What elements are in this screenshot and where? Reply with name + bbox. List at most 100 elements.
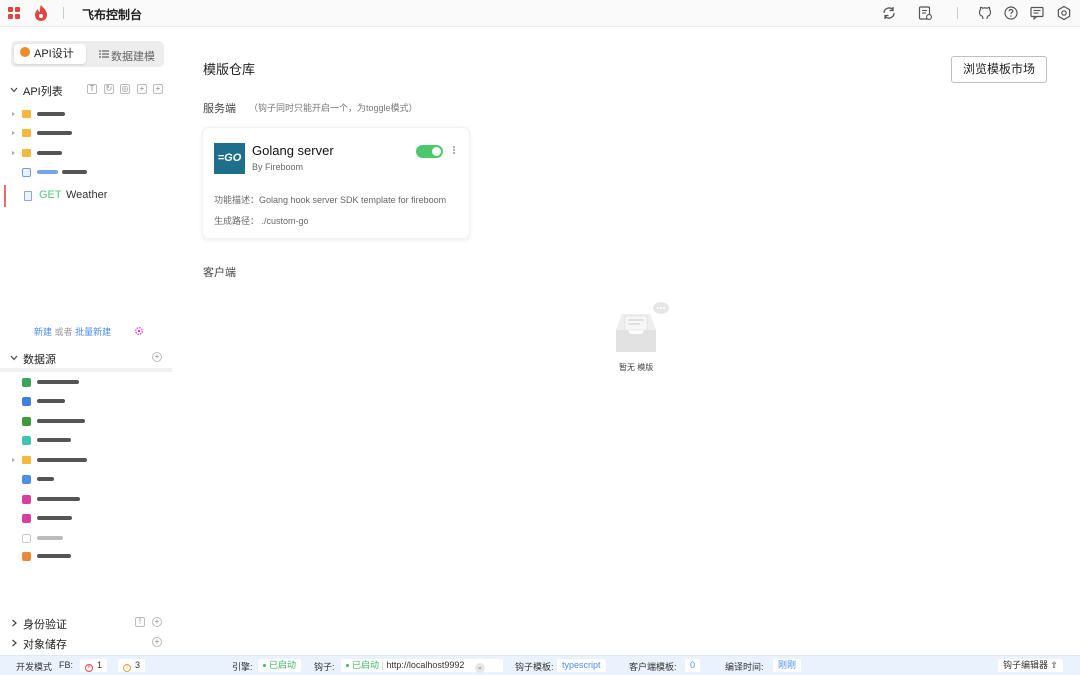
list-item[interactable] — [0, 454, 172, 468]
add-api-icon[interactable]: + — [153, 84, 163, 94]
storage-header[interactable]: 对象储存 + — [0, 635, 172, 653]
api-list-header[interactable]: API列表 T ↻ ◎ + + — [0, 82, 172, 100]
refresh-icon[interactable] — [881, 5, 897, 21]
datasource-icon — [22, 475, 31, 484]
redacted-label — [37, 497, 80, 501]
template-enable-toggle[interactable] — [416, 145, 443, 158]
list-item[interactable] — [0, 166, 172, 180]
caret-right-icon[interactable] — [12, 112, 15, 116]
chevron-down-icon[interactable] — [10, 354, 18, 362]
help-icon[interactable] — [1003, 5, 1019, 21]
client-template-label: 客户端模板: — [629, 662, 677, 672]
hook-status-group[interactable]: 已启动 | http://localhost9992 ⌄ — [341, 659, 503, 673]
settings-icon[interactable] — [1056, 5, 1072, 21]
compile-time-label: 编译时间: — [725, 662, 764, 672]
redacted-label — [37, 536, 63, 540]
error-count-badge[interactable]: × 1 — [80, 659, 108, 672]
datasource-icon — [22, 417, 31, 426]
list-item[interactable] — [0, 550, 172, 564]
list-item[interactable] — [0, 415, 172, 429]
list-item[interactable] — [0, 376, 172, 390]
folder-icon — [22, 129, 31, 137]
redacted-label — [62, 170, 87, 174]
add-datasource-icon[interactable]: + — [152, 352, 162, 362]
mode-label: 开发模式 — [16, 662, 53, 672]
warning-count-badge[interactable]: ! 3 — [118, 659, 146, 672]
apps-grid-icon[interactable] — [8, 7, 20, 19]
page-title: 模版仓库 — [203, 62, 256, 77]
hook-url: http://localhost9992 — [386, 660, 465, 670]
add-storage-icon[interactable]: + — [152, 637, 162, 647]
api-list-label: API列表 — [23, 86, 63, 98]
template-card-golang[interactable]: =GO Golang server By Fireboom 功能描述：Golan… — [202, 127, 470, 239]
datasource-icon — [22, 514, 31, 523]
list-item[interactable] — [0, 473, 172, 487]
auth-label: 身份验证 — [23, 619, 67, 631]
data-model-icon — [99, 50, 109, 58]
hook-status: 已启动 — [346, 660, 379, 670]
go-logo-icon: =GO — [214, 143, 245, 174]
chevron-down-icon[interactable] — [10, 86, 18, 94]
caret-right-icon[interactable] — [12, 458, 15, 462]
datasource-label: 数据源 — [23, 354, 56, 366]
chevron-right-icon[interactable] — [10, 639, 18, 647]
caret-right-icon[interactable] — [12, 131, 15, 135]
client-template-value[interactable]: 0 — [685, 659, 701, 672]
list-item[interactable] — [0, 395, 172, 409]
datasource-header[interactable]: 数据源 + — [0, 350, 172, 368]
more-options-icon[interactable] — [451, 145, 457, 157]
redacted-label — [37, 554, 71, 558]
template-author: By Fireboom — [252, 162, 304, 172]
batch-new-link[interactable]: 批量新建 — [75, 327, 111, 337]
http-method-badge: GET — [39, 189, 62, 201]
hook-template-value[interactable]: typescript — [557, 659, 606, 672]
list-item[interactable] — [0, 434, 172, 448]
folder-icon — [22, 149, 31, 157]
warning-icon[interactable]: ! — [135, 617, 145, 627]
redacted-label — [37, 458, 87, 462]
api-doc-icon — [22, 168, 31, 177]
refresh-icon[interactable]: ↻ — [104, 84, 114, 94]
storage-label: 对象储存 — [23, 639, 67, 651]
chevron-right-icon[interactable] — [10, 619, 18, 627]
client-section-label: 客户端 — [203, 267, 236, 279]
list-item[interactable] — [0, 147, 172, 161]
caret-right-icon[interactable] — [12, 151, 15, 155]
datasource-icon — [22, 397, 31, 406]
list-item[interactable] — [0, 512, 172, 526]
document-settings-icon[interactable] — [917, 5, 933, 21]
settings-icon[interactable] — [134, 326, 144, 336]
fb-label: FB: — [59, 660, 74, 670]
engine-status: 已启动 — [258, 659, 302, 672]
list-item[interactable] — [0, 127, 172, 141]
redacted-label — [37, 438, 71, 442]
list-item[interactable] — [0, 532, 172, 546]
hook-template-label: 钩子模板: — [515, 662, 554, 672]
list-item[interactable] — [0, 493, 172, 507]
message-icon[interactable] — [1029, 5, 1045, 21]
view-icon[interactable]: ◎ — [120, 84, 130, 94]
fireboom-logo-icon[interactable] — [34, 5, 48, 21]
datasource-icon — [22, 552, 31, 561]
template-output-path: 生成路径： ./custom-go — [214, 216, 309, 226]
error-icon: × — [85, 664, 93, 672]
browse-template-market-button[interactable]: 浏览模板市场 — [951, 56, 1047, 83]
add-folder-icon[interactable]: + — [137, 84, 147, 94]
auth-header[interactable]: 身份验证 ! + — [0, 615, 172, 633]
filter-icon[interactable]: T — [87, 84, 97, 94]
list-item[interactable] — [0, 108, 172, 122]
github-icon[interactable] — [977, 5, 993, 21]
new-link[interactable]: 新建 — [34, 327, 52, 337]
chevron-down-icon[interactable]: ⌄ — [474, 663, 485, 673]
redacted-label — [37, 151, 62, 155]
hook-editor-label: 钩子编辑器 — [1003, 660, 1049, 670]
tab-api-design[interactable]: API设计 — [34, 45, 74, 61]
divider — [0, 368, 172, 372]
tab-data-model[interactable]: 数据建模 — [111, 48, 155, 64]
hook-editor-button[interactable]: 钩子编辑器 ⇧ — [998, 659, 1064, 672]
add-auth-icon[interactable]: + — [152, 617, 162, 627]
datasource-icon — [22, 534, 31, 543]
api-item-weather[interactable]: GET Weather — [4, 185, 172, 207]
divider — [63, 7, 64, 19]
redacted-label — [37, 477, 54, 481]
